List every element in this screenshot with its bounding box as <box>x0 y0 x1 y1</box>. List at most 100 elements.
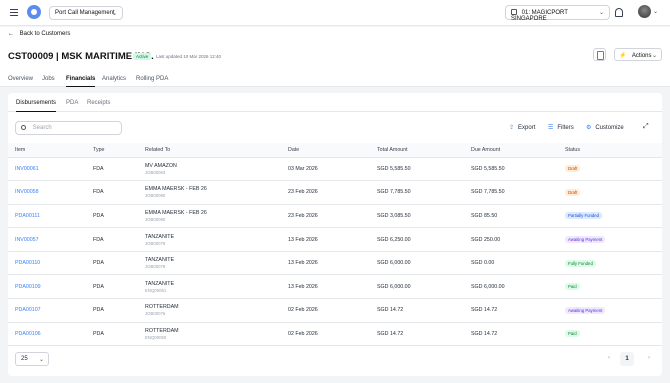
tab-jobs[interactable]: Jobs <box>42 76 55 87</box>
table-row[interactable]: INV00061 FDA MV AMAZON JOB00063 03 Mar 2026 S… <box>8 157 662 182</box>
due-amount-cell: SGD 14.72 <box>471 298 565 323</box>
related-cell: TANZANITE JOB00078 <box>145 227 288 252</box>
tab-financials[interactable]: Financials <box>66 76 96 87</box>
date-cell: 23 Feb 2026 <box>288 180 377 205</box>
due-amount-cell: SGD 6,000.00 <box>471 274 565 300</box>
actions-button[interactable]: ⚡ Actions ⌄ <box>614 48 662 61</box>
customize-button[interactable]: ⚙ Customize <box>586 124 624 131</box>
item-link[interactable]: PDA00109 <box>8 274 93 300</box>
related-cell: ROTTERDAM ENQ00050 <box>145 322 288 347</box>
type-cell: PDA <box>93 298 145 323</box>
status-badge: Active <box>133 53 152 60</box>
total-amount-cell: SGD 6,000.00 <box>377 274 471 300</box>
total-amount-cell: SGD 5,585.50 <box>377 157 471 182</box>
chevron-down-icon: ⌄ <box>598 10 604 16</box>
column-header[interactable]: Status <box>565 143 662 158</box>
related-cell: TANZANITE JOB00078 <box>145 251 288 276</box>
module-select[interactable]: Port Call Management ⌄ <box>49 6 123 20</box>
tab-pda[interactable]: PDA <box>66 100 78 112</box>
related-cell: ROTTERDAM JOB00076 <box>145 298 288 323</box>
document-button[interactable] <box>593 48 606 61</box>
table-header-row: Item Type Related To Date Total Amount D… <box>8 143 662 158</box>
table-footer: 25 ⌄ ‹ 1 › <box>8 345 662 376</box>
due-amount-cell: SGD 7,785.50 <box>471 180 565 205</box>
status-badge: Fully Funded <box>565 259 596 267</box>
bolt-icon: ⚡ <box>619 53 627 59</box>
last-updated-text: Last updated 10 Mar 2026 12:40 <box>156 54 222 59</box>
tab-receipts[interactable]: Receipts <box>87 100 110 112</box>
table-row[interactable]: PDA00107 PDA ROTTERDAM JOB00076 02 Feb 2026 S… <box>8 298 662 323</box>
date-cell: 13 Feb 2026 <box>288 227 377 252</box>
status-badge: Awaiting Payment <box>565 306 606 314</box>
type-cell: PDA <box>93 251 145 276</box>
related-ref: JOB00080 <box>145 216 166 222</box>
related-cell: MV AMAZON JOB00063 <box>145 157 288 182</box>
type-cell: PDA <box>93 204 145 229</box>
calendar-icon <box>511 9 517 15</box>
date-cell: 02 Feb 2026 <box>288 322 377 347</box>
user-avatar[interactable] <box>638 5 651 18</box>
menu-icon[interactable] <box>10 9 18 16</box>
port-select[interactable]: 01: MAGICPORT SINGAPORE ⌄ <box>505 5 610 22</box>
export-label: Export <box>518 125 536 131</box>
customize-label: Customize <box>595 125 624 131</box>
item-link[interactable]: INV00057 <box>8 227 93 252</box>
expand-icon[interactable]: ⤢ <box>643 123 649 131</box>
top-bar: Port Call Management ⌄ 01: MAGICPORT SIN… <box>0 0 670 26</box>
status-cell: Paid <box>565 274 662 300</box>
next-page-button[interactable]: › <box>648 355 650 361</box>
tab-rolling-pda[interactable]: Rolling PDA <box>136 76 168 87</box>
export-button[interactable]: ⇪ Export <box>509 124 535 131</box>
column-header[interactable]: Due Amount <box>471 143 565 158</box>
filters-button[interactable]: ☰ Filters <box>548 124 574 131</box>
date-cell: 23 Feb 2026 <box>288 204 377 229</box>
related-ref: JOB00078 <box>145 264 166 270</box>
status-cell: Awaiting Payment <box>565 298 662 323</box>
item-link[interactable]: PDA00106 <box>8 322 93 347</box>
type-cell: FDA <box>93 227 145 252</box>
chevron-down-icon[interactable]: ⌄ <box>653 8 658 15</box>
tab-disbursements[interactable]: Disbursements <box>16 100 57 112</box>
related-name: EMMA MAERSK - FEB 26 <box>145 186 207 193</box>
arrow-left-icon: ← <box>8 31 14 37</box>
page-size-select[interactable]: 25 ⌄ <box>15 352 49 366</box>
related-name: EMMA MAERSK - FEB 26 <box>145 209 207 216</box>
export-icon: ⇪ <box>509 125 515 131</box>
back-to-customers-link[interactable]: ← Back to Customers <box>8 31 70 37</box>
item-link[interactable]: INV00061 <box>8 157 93 182</box>
table-row[interactable]: PDA00109 PDA TANZANITE ENQ00051 13 Feb 2026 S… <box>8 274 662 300</box>
related-name: ROTTERDAM <box>145 327 179 334</box>
item-link[interactable]: PDA00107 <box>8 298 93 323</box>
total-amount-cell: SGD 14.72 <box>377 298 471 323</box>
item-link[interactable]: INV00058 <box>8 180 93 205</box>
total-amount-cell: SGD 6,250.00 <box>377 227 471 252</box>
status-badge: Paid <box>565 283 580 291</box>
column-header[interactable]: Type <box>93 143 145 158</box>
previous-page-button[interactable]: ‹ <box>608 355 610 361</box>
app-logo[interactable] <box>27 5 41 19</box>
item-link[interactable]: PDA00110 <box>8 251 93 276</box>
table-row[interactable]: INV00057 FDA TANZANITE JOB00078 13 Feb 2026 S… <box>8 227 662 252</box>
notification-bell-icon[interactable] <box>615 8 623 17</box>
table-row[interactable]: INV00058 FDA EMMA MAERSK - FEB 26 JOB00080 2… <box>8 180 662 205</box>
related-name: MV AMAZON <box>145 162 177 169</box>
tab-analytics[interactable]: Analytics <box>102 76 126 87</box>
tab-overview[interactable]: Overview <box>8 76 33 87</box>
table-row[interactable]: PDA00111 PDA EMMA MAERSK - FEB 26 JOB00080 2… <box>8 204 662 229</box>
port-select-label: 01: MAGICPORT SINGAPORE <box>511 10 568 22</box>
current-page-button[interactable]: 1 <box>620 352 634 366</box>
item-link[interactable]: PDA00111 <box>8 204 93 229</box>
table-body: INV00061 FDA MV AMAZON JOB00063 03 Mar 2026 S… <box>8 157 662 347</box>
column-header[interactable]: Related To <box>145 143 288 158</box>
search-input[interactable]: Search <box>15 121 122 135</box>
related-name: TANZANITE <box>145 257 175 264</box>
related-cell: EMMA MAERSK - FEB 26 JOB00080 <box>145 204 288 229</box>
column-header[interactable]: Item <box>8 143 93 158</box>
column-header[interactable]: Date <box>288 143 377 158</box>
status-cell: Partially Funded <box>565 204 662 229</box>
total-amount-cell: SGD 14.72 <box>377 322 471 347</box>
table-row[interactable]: PDA00110 PDA TANZANITE JOB00078 13 Feb 2026 S… <box>8 251 662 276</box>
column-header[interactable]: Total Amount <box>377 143 471 158</box>
due-amount-cell: SGD 14.72 <box>471 322 565 347</box>
table-row[interactable]: PDA00106 PDA ROTTERDAM ENQ00050 02 Feb 2026 S… <box>8 322 662 347</box>
